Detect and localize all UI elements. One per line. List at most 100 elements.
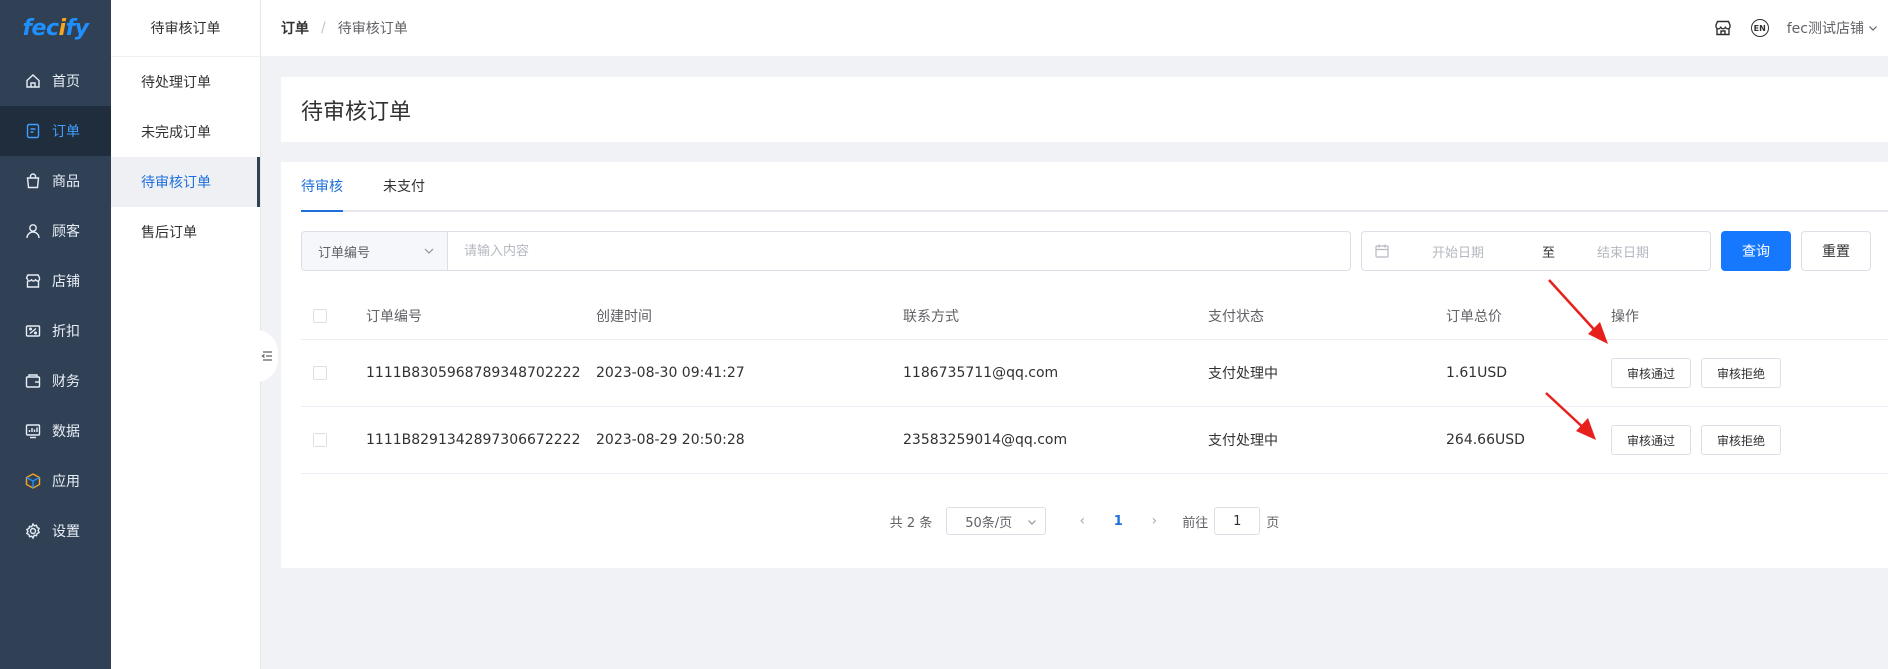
row-checkbox[interactable] xyxy=(313,366,327,380)
chevron-down-icon xyxy=(424,248,434,254)
gear-icon xyxy=(24,522,42,540)
top-header: 订单 / 待审核订单 EN fec测试店铺 xyxy=(261,0,1888,56)
search-input[interactable] xyxy=(447,231,1351,271)
bag-icon xyxy=(24,172,42,190)
chart-icon xyxy=(24,422,42,440)
home-icon xyxy=(24,72,42,90)
sidebar-item-label: 顾客 xyxy=(52,224,80,240)
page-title-card: 待审核订单 xyxy=(281,77,1888,142)
breadcrumb-current: 待审核订单 xyxy=(337,21,408,37)
language-switch-icon[interactable]: EN xyxy=(1750,19,1769,37)
col-actions: 操作 xyxy=(1611,308,1639,325)
goto-page-input[interactable] xyxy=(1214,507,1261,535)
sidebar-item-5[interactable]: 折扣 xyxy=(0,306,111,356)
select-all-checkbox[interactable] xyxy=(313,308,327,323)
col-contact: 联系方式 xyxy=(903,308,959,325)
created-time: 2023-08-29 20:50:28 xyxy=(596,432,745,448)
col-order-no: 订单编号 xyxy=(366,308,422,325)
reject-button[interactable]: 审核拒绝 xyxy=(1701,425,1781,455)
page-title: 待审核订单 xyxy=(301,99,412,125)
row-checkbox[interactable] xyxy=(313,433,327,447)
approve-button[interactable]: 审核通过 xyxy=(1611,425,1691,455)
chevron-down-icon xyxy=(1869,26,1877,31)
pagination-total: 共 2 条 xyxy=(889,515,933,531)
orders-card: 待审核未支付 订单编号 开始日期 至 结束日期 查询 重置 订单编号 创建时间 … xyxy=(281,162,1888,568)
page-size-value: 50条/页 xyxy=(965,515,1013,531)
goto-suffix: 页 xyxy=(1266,515,1280,531)
page-size-select[interactable]: 50条/页 xyxy=(946,507,1047,535)
approve-button[interactable]: 审核通过 xyxy=(1611,358,1691,388)
calendar-icon xyxy=(1375,244,1389,258)
next-page-icon[interactable]: › xyxy=(1140,513,1168,529)
breadcrumb: 订单 / 待审核订单 xyxy=(281,18,408,38)
tab-0[interactable]: 待审核 xyxy=(301,162,343,212)
contact-email: 1186735711@qq.com xyxy=(903,365,1059,381)
order-number: 1111B8305968789348702222 xyxy=(366,365,581,381)
order-icon xyxy=(24,122,42,140)
store-front-icon[interactable] xyxy=(1713,18,1733,38)
col-created: 创建时间 xyxy=(596,308,652,325)
header-actions: EN fec测试店铺 xyxy=(1713,0,1878,56)
order-number: 1111B8291342897306672222 xyxy=(366,432,581,448)
pay-status: 支付处理中 xyxy=(1208,366,1278,382)
orders-table: 订单编号 创建时间 联系方式 支付状态 订单总价 操作 1111B8305968… xyxy=(301,292,1888,474)
goto-prefix: 前往 xyxy=(1182,515,1209,531)
contact-email: 23583259014@qq.com xyxy=(903,432,1068,448)
sidebar-item-3[interactable]: 顾客 xyxy=(0,206,111,256)
sidebar-item-8[interactable]: 应用 xyxy=(0,456,111,506)
prev-page-icon[interactable]: ‹ xyxy=(1068,513,1096,529)
search-field-select[interactable]: 订单编号 xyxy=(301,231,447,271)
app-logo[interactable]: fecify xyxy=(0,0,111,56)
date-separator: 至 xyxy=(1542,245,1556,261)
row-select-cell xyxy=(301,366,366,380)
submenu-panel: 待审核订单 待处理订单 未完成订单 待审核订单 售后订单 xyxy=(111,0,261,669)
search-field-select-value: 订单编号 xyxy=(318,245,371,261)
table-row: 1111B8305968789348702222 2023-08-30 09:41… xyxy=(301,340,1888,407)
sidebar-item-0[interactable]: 首页 xyxy=(0,56,111,106)
page-number-current[interactable]: 1 xyxy=(1096,514,1140,529)
col-pay-status: 支付状态 xyxy=(1208,308,1264,325)
submenu-item-1[interactable]: 未完成订单 xyxy=(111,107,260,157)
logo-text: fecify xyxy=(22,15,89,41)
submenu-item-3[interactable]: 售后订单 xyxy=(111,207,260,257)
table-header: 订单编号 创建时间 联系方式 支付状态 订单总价 操作 xyxy=(301,292,1888,340)
status-tabs: 待审核 未支付 xyxy=(301,162,1888,212)
query-button[interactable]: 查询 xyxy=(1721,231,1791,271)
row-actions: 审核通过 审核拒绝 xyxy=(1611,358,1888,388)
sidebar-item-label: 数据 xyxy=(52,424,80,440)
sidebar-item-label: 应用 xyxy=(52,474,80,490)
app-cube-icon xyxy=(24,472,42,490)
user-icon xyxy=(24,222,42,240)
wallet-icon xyxy=(24,372,42,390)
table-row: 1111B8291342897306672222 2023-08-29 20:50… xyxy=(301,407,1888,474)
select-all-cell xyxy=(301,308,366,323)
submenu-item-0[interactable]: 待处理订单 xyxy=(111,57,260,107)
sidebar-item-label: 财务 xyxy=(52,374,80,390)
breadcrumb-orders[interactable]: 订单 xyxy=(281,18,309,38)
sidebar-item-1[interactable]: 订单 xyxy=(0,106,111,156)
store-name-dropdown[interactable]: fec测试店铺 xyxy=(1787,18,1878,38)
date-start-input[interactable]: 开始日期 xyxy=(1432,242,1498,261)
sidebar-item-7[interactable]: 数据 xyxy=(0,406,111,456)
col-total: 订单总价 xyxy=(1446,308,1502,325)
sidebar-item-label: 商品 xyxy=(52,174,80,190)
row-select-cell xyxy=(301,433,366,447)
sidebar-item-label: 设置 xyxy=(52,524,80,540)
reject-button[interactable]: 审核拒绝 xyxy=(1701,358,1781,388)
sidebar-item-2[interactable]: 商品 xyxy=(0,156,111,206)
order-total: 1.61USD xyxy=(1446,365,1508,381)
sidebar-item-4[interactable]: 店铺 xyxy=(0,256,111,306)
store-icon xyxy=(24,272,42,290)
reset-button[interactable]: 重置 xyxy=(1801,231,1871,271)
main-sidebar: fecify 首页 订单商品顾客店铺 折扣财务数据应用设置 xyxy=(0,0,111,669)
sidebar-item-9[interactable]: 设置 xyxy=(0,506,111,556)
submenu-item-2[interactable]: 待审核订单 xyxy=(111,157,260,207)
tab-1[interactable]: 未支付 xyxy=(383,162,425,210)
chevron-down-icon xyxy=(1028,520,1037,525)
sidebar-item-6[interactable]: 财务 xyxy=(0,356,111,406)
date-range-picker[interactable]: 开始日期 至 结束日期 xyxy=(1361,231,1711,271)
collapse-menu-icon[interactable] xyxy=(256,330,278,382)
store-name: fec测试店铺 xyxy=(1786,21,1864,37)
date-end-input[interactable]: 结束日期 xyxy=(1597,242,1649,261)
discount-icon xyxy=(24,322,42,340)
